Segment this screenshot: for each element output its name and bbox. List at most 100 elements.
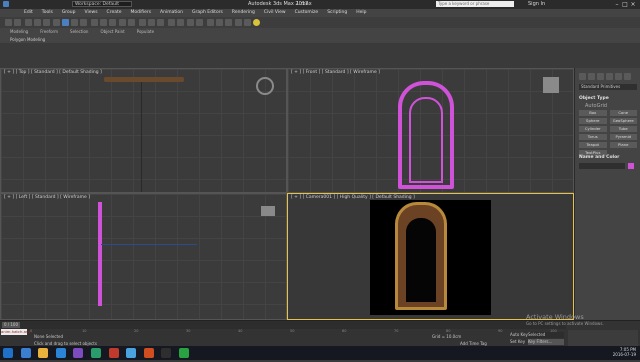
render-setup-icon[interactable] [235, 19, 243, 26]
viewport-left[interactable]: [ + ] [ Left ] [ Standard ] [ Wireframe … [0, 193, 287, 320]
menu-graph-editors[interactable]: Graph Editors [192, 9, 223, 17]
maxscript-listener[interactable]: anim.hatch.aris [1, 329, 31, 335]
menu-customize[interactable]: Customize [295, 9, 319, 17]
schematic-icon[interactable] [215, 19, 223, 26]
rotate-icon[interactable] [99, 19, 107, 26]
move-icon[interactable] [90, 19, 98, 26]
autogrid-checkbox[interactable]: AutoGrid [585, 103, 607, 109]
menu-help[interactable]: Help [356, 9, 366, 17]
undo-icon[interactable] [5, 19, 12, 26]
menu-views[interactable]: Views [85, 9, 98, 17]
set-key-button[interactable]: Set Key [510, 339, 525, 344]
select-by-name-icon[interactable] [71, 19, 79, 26]
outlook-icon[interactable] [55, 348, 66, 358]
align-icon[interactable] [176, 19, 184, 26]
menu-create[interactable]: Create [107, 9, 122, 17]
reference-coord-icon[interactable] [119, 19, 127, 26]
sign-in-link[interactable]: Sign In [528, 1, 545, 7]
mirror-side-wireframe[interactable] [98, 202, 102, 306]
tab-populate[interactable]: Populate [137, 29, 154, 34]
render-teapot-icon[interactable] [253, 19, 261, 26]
percent-snap-icon[interactable] [156, 19, 164, 26]
key-filters-button[interactable]: Key Filters... [528, 339, 564, 345]
selection-region-icon[interactable] [80, 19, 88, 26]
tab-object-paint[interactable]: Object Paint [100, 29, 124, 34]
playback-controls[interactable] [568, 330, 638, 346]
plane-button[interactable]: Plane [609, 142, 637, 148]
primitives-dropdown[interactable]: Standard Primitives [579, 84, 637, 90]
time-slider[interactable]: 0 / 100 [2, 322, 20, 328]
rendered-frame-icon[interactable] [244, 19, 252, 26]
object-color-swatch[interactable] [628, 163, 634, 169]
key-mode-dropdown[interactable]: Selected [528, 332, 564, 338]
box-button[interactable]: Box [579, 110, 607, 116]
chrome-icon[interactable] [178, 348, 189, 358]
viewport-front-label[interactable]: [ + ] [ Front ] [ Standard ] [ Wireframe… [291, 70, 380, 75]
teapot-button[interactable]: Teapot [579, 142, 607, 148]
display-tab-icon[interactable] [615, 73, 622, 80]
media-icon[interactable] [108, 348, 119, 358]
material-editor-icon[interactable] [224, 19, 232, 26]
app-logo-icon[interactable] [3, 1, 9, 7]
skype-icon[interactable] [126, 348, 137, 358]
viewport-camera[interactable]: [ + ] [ Camera001 ] [ High Quality ] [ D… [287, 193, 574, 320]
viewcube-icon[interactable] [543, 77, 559, 93]
workspace-dropdown[interactable]: Workspace: Default [72, 1, 132, 7]
3dsmax-icon[interactable] [90, 348, 101, 358]
bind-spacewarp-icon[interactable] [42, 19, 50, 26]
geosphere-button[interactable]: GeoSphere [609, 118, 637, 124]
viewport-top[interactable]: [ + ] [ Top ] [ Standard ] [ Default Sha… [0, 68, 287, 193]
motion-tab-icon[interactable] [606, 73, 613, 80]
pyramid-button[interactable]: Pyramid [609, 134, 637, 140]
close-icon[interactable]: × [629, 1, 637, 8]
menu-animation[interactable]: Animation [160, 9, 183, 17]
viewcube-icon[interactable] [261, 206, 275, 216]
polygon-modeling-label[interactable]: Polygon Modeling [10, 37, 45, 42]
scale-icon[interactable] [108, 19, 116, 26]
cylinder-button[interactable]: Cylinder [579, 126, 607, 132]
object-name-field[interactable] [579, 163, 625, 169]
select-object-icon[interactable] [62, 19, 70, 26]
angle-snap-icon[interactable] [147, 19, 155, 26]
timeline[interactable]: 0 / 100 [0, 321, 566, 329]
sphere-button[interactable]: Sphere [579, 118, 607, 124]
menu-scripting[interactable]: Scripting [327, 9, 347, 17]
snaps-icon[interactable] [138, 19, 146, 26]
torus-button[interactable]: Torus [579, 134, 607, 140]
start-icon[interactable] [3, 348, 13, 358]
photoshop-icon[interactable] [161, 348, 172, 358]
name-color-header[interactable]: Name and Color [579, 155, 619, 160]
maximize-icon[interactable]: □ [621, 1, 629, 8]
layer-icon[interactable] [187, 19, 195, 26]
viewport-top-label[interactable]: [ + ] [ Top ] [ Standard ] [ Default Sha… [4, 70, 102, 75]
viewport-front[interactable]: [ + ] [ Front ] [ Standard ] [ Wireframe… [287, 68, 574, 193]
minimize-icon[interactable]: – [613, 1, 621, 8]
redo-icon[interactable] [14, 19, 21, 26]
hierarchy-tab-icon[interactable] [597, 73, 604, 80]
ie-icon[interactable] [20, 348, 31, 358]
viewcube-icon[interactable] [256, 77, 274, 95]
select-filter-icon[interactable] [53, 19, 61, 26]
modify-tab-icon[interactable] [588, 73, 595, 80]
unlink-icon[interactable] [33, 19, 41, 26]
mirror-top-shape[interactable] [104, 77, 184, 82]
utilities-tab-icon[interactable] [624, 73, 631, 80]
create-tab-icon[interactable] [579, 73, 586, 80]
menu-rendering[interactable]: Rendering [232, 9, 255, 17]
tab-modeling[interactable]: Modeling [10, 29, 28, 34]
object-type-header[interactable]: Object Type [579, 96, 609, 101]
mirror-icon[interactable] [167, 19, 175, 26]
tube-button[interactable]: Tube [609, 126, 637, 132]
explorer-icon[interactable] [38, 348, 49, 358]
menu-modifiers[interactable]: Modifiers [131, 9, 152, 17]
tab-selection[interactable]: Selection [70, 29, 88, 34]
search-input[interactable]: Type a keyword or phrase [436, 1, 514, 7]
visual-studio-icon[interactable] [73, 348, 84, 358]
menu-edit[interactable]: Edit [24, 9, 33, 17]
tab-freeform[interactable]: Freeform [40, 29, 58, 34]
system-clock[interactable]: 7:05 PM 2016-07-19 [613, 347, 636, 357]
auto-key-button[interactable]: Auto Key [510, 332, 528, 337]
graphite-icon[interactable] [196, 19, 204, 26]
menu-group[interactable]: Group [62, 9, 76, 17]
menu-civil-view[interactable]: Civil View [264, 9, 286, 17]
